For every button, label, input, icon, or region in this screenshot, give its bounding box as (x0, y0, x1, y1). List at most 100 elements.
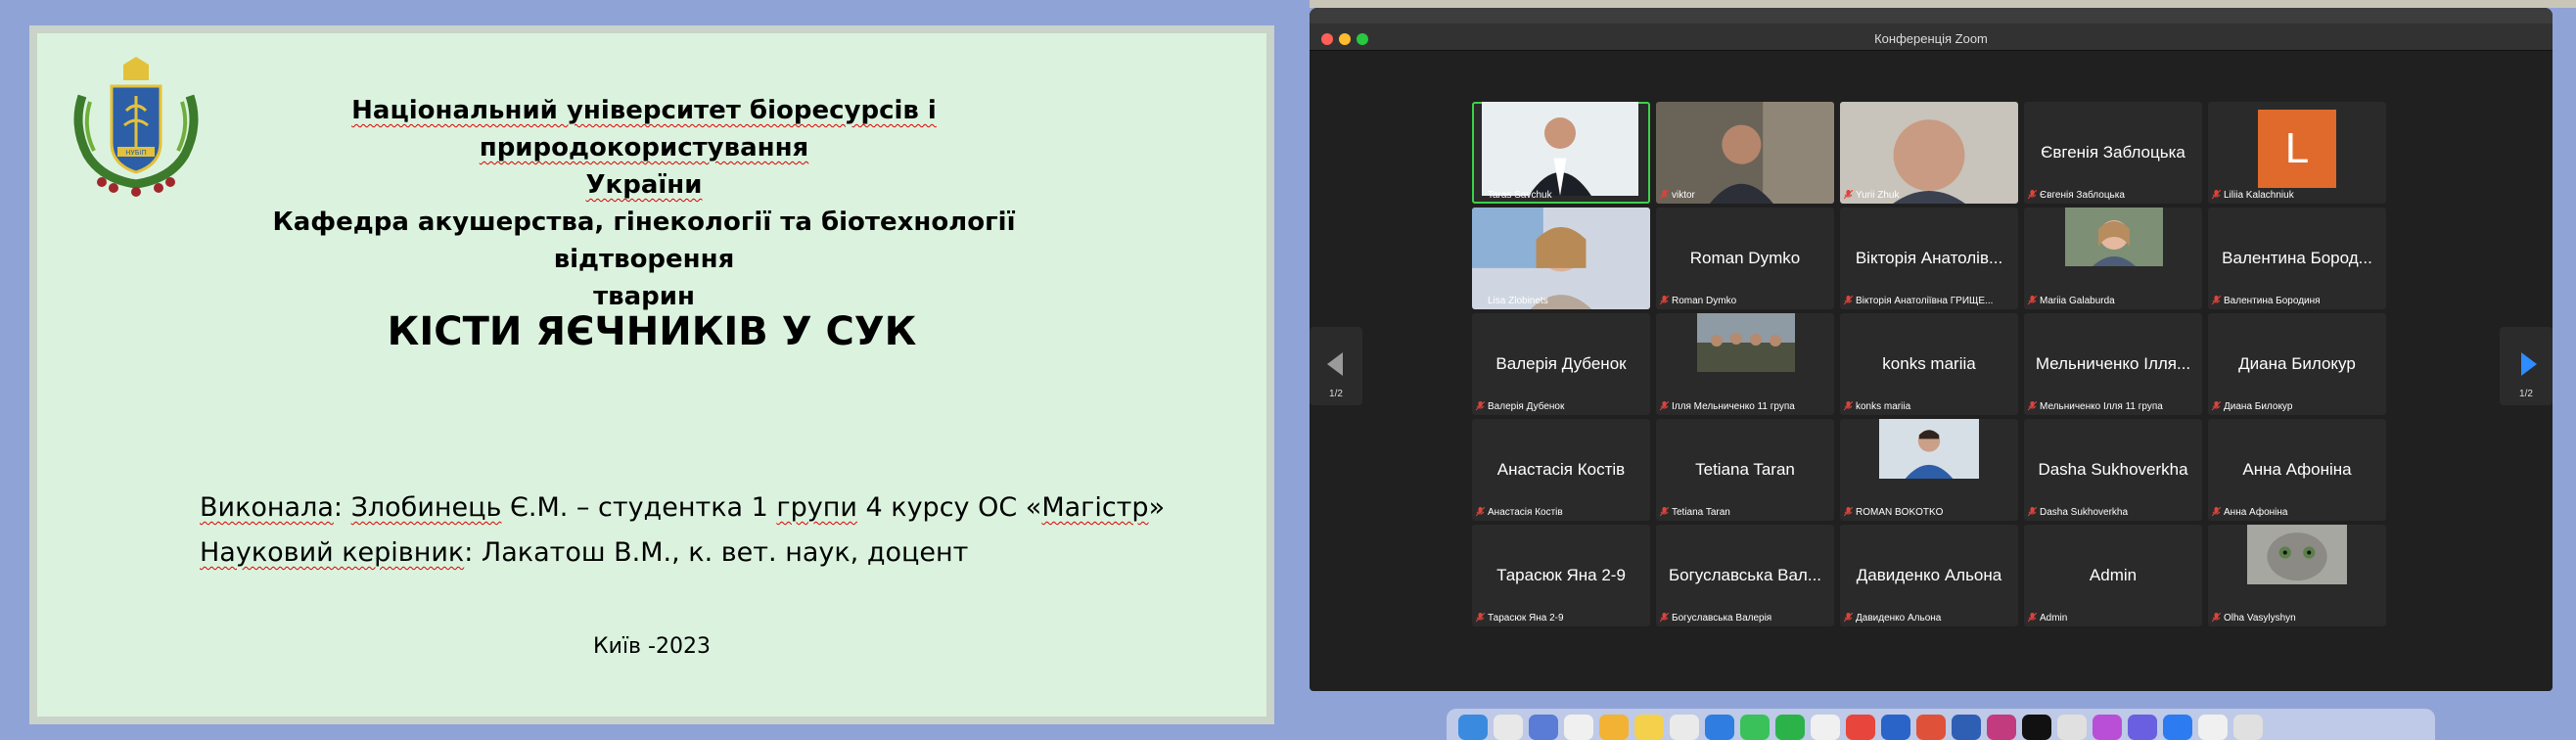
participant-tile[interactable]: konks mariia konks mariia (1840, 313, 2018, 415)
participant-display-name: Dasha Sukhoverkha (2038, 460, 2188, 479)
participant-name-label: Диана Билокур (2224, 401, 2293, 412)
participant-name-label: konks mariia (1856, 401, 1911, 412)
participant-video (1482, 102, 1638, 196)
participant-video (1656, 102, 1834, 204)
supervisor-label: Науковий керівник (200, 537, 465, 568)
author-tail: 4 курсу ОС « (856, 492, 1042, 523)
department-line-1: Кафедра акушерства, гінекології та біоте… (272, 208, 1016, 274)
participant-name-label: Вікторія Анатоліївна ГРИЩЕ... (1856, 296, 1994, 306)
participant-display-name: Богуславська Вал... (1668, 566, 1822, 584)
participant-tile[interactable]: Валерія Дубенок Валерія Дубенок (1472, 313, 1650, 415)
dock-app-icon[interactable] (1705, 715, 1734, 740)
participant-display-name: Валерія Дубенок (1495, 354, 1627, 373)
dock-area (1310, 691, 2576, 740)
participant-name-label: Lisa Zlobinets (1488, 296, 1548, 306)
participant-tile[interactable]: Богуславська Вал... Богуславська Валерія (1656, 525, 1834, 626)
participant-display-name: Тарасюк Яна 2-9 (1496, 566, 1626, 584)
author-surname: Злобинець (350, 492, 502, 523)
dock-app-icon[interactable] (2233, 715, 2263, 740)
participant-display-name: Анна Афоніна (2242, 460, 2352, 479)
dock-app-icon[interactable] (1458, 715, 1488, 740)
previous-page-button[interactable]: 1/2 (1310, 327, 1362, 405)
participant-name-label: Tetiana Taran (1672, 507, 1730, 518)
dock-app-icon[interactable] (1811, 715, 1840, 740)
dock-app-icon[interactable] (1599, 715, 1629, 740)
dock-app-icon[interactable] (1529, 715, 1558, 740)
participant-name-label: Taras Savchuk (1488, 190, 1552, 201)
participant-tile[interactable]: Тарасюк Яна 2-9 Тарасюк Яна 2-9 (1472, 525, 1650, 626)
participant-display-name: konks mariia (1882, 354, 1976, 373)
dock-app-icon[interactable] (1564, 715, 1593, 740)
dock-app-icon[interactable] (2022, 715, 2051, 740)
dock-app-icon[interactable] (1740, 715, 1770, 740)
participant-tile[interactable]: Анастасія Костів Анастасія Костів (1472, 419, 1650, 521)
participant-tile[interactable]: Lisa Zlobinets (1472, 208, 1650, 309)
dock-app-icon[interactable] (2128, 715, 2157, 740)
dock-app-icon[interactable] (2057, 715, 2087, 740)
participant-tile[interactable]: Мельниченко Ілля... Мельниченко Ілля 11 г… (2024, 313, 2202, 415)
dock-app-icon[interactable] (1881, 715, 1910, 740)
participant-tile[interactable]: Mariia Galaburda (2024, 208, 2202, 309)
participant-tile[interactable]: Olha Vasylyshyn (2208, 525, 2386, 626)
supervisor-line: Науковий керівник: Лакатош В.М., к. вет.… (200, 531, 1165, 576)
participant-tile[interactable]: viktor (1656, 102, 1834, 204)
dock-app-icon[interactable] (1846, 715, 1875, 740)
participant-tile[interactable]: L Liliia Kalachniuk (2208, 102, 2386, 204)
author-block: Виконала: Злобинець Є.М. – студентка 1 г… (200, 486, 1165, 576)
participant-tile[interactable]: Admin Admin (2024, 525, 2202, 626)
mac-menu-bar (1310, 0, 2576, 8)
participant-display-name: Вікторія Анатолів... (1855, 249, 2003, 267)
participant-tile[interactable]: Taras Savchuk (1472, 102, 1650, 204)
participant-tile[interactable]: Анна Афоніна Анна Афоніна (2208, 419, 2386, 521)
participant-tile[interactable]: Вікторія Анатолів... Вікторія Анатоліївна… (1840, 208, 2018, 309)
author-line: Виконала: Злобинець Є.М. – студентка 1 г… (200, 492, 1166, 523)
author-rest: Є.М. – студентка 1 (501, 492, 777, 523)
page-indicator-left: 1/2 (1329, 389, 1343, 399)
dock-app-icon[interactable] (2163, 715, 2192, 740)
author-end: » (1148, 492, 1166, 523)
participant-tile[interactable]: Yurii Zhuk (1840, 102, 2018, 204)
dock-app-icon[interactable] (2198, 715, 2228, 740)
participant-video (2247, 525, 2347, 585)
window-titlebar: Конференція Zoom (1310, 8, 2553, 51)
next-page-button[interactable]: 1/2 (2500, 327, 2553, 405)
dock-app-icon[interactable] (1916, 715, 1946, 740)
dock-app-icon[interactable] (1952, 715, 1981, 740)
participant-tile[interactable]: Dasha Sukhoverkha Dasha Sukhoverkha (2024, 419, 2202, 521)
participant-name-label: Roman Dymko (1672, 296, 1737, 306)
dock-app-icon[interactable] (2093, 715, 2122, 740)
city-year: Київ -2023 (593, 634, 711, 659)
participant-video (1697, 313, 1795, 372)
group-word: групи (776, 492, 857, 523)
dock-app-icon[interactable] (1494, 715, 1523, 740)
participant-tile[interactable]: Roman Dymko Roman Dymko (1656, 208, 1834, 309)
participant-name-label: Тарасюк Яна 2-9 (1488, 613, 1564, 624)
participant-name-label: Євгенія Заблоцька (2040, 190, 2125, 201)
participant-tile[interactable]: Євгенія Заблоцька Євгенія Заблоцька (2024, 102, 2202, 204)
chevron-left-icon (1327, 352, 1343, 376)
participant-tile[interactable]: Tetiana Taran Tetiana Taran (1656, 419, 1834, 521)
crest-text: НУБіП (125, 149, 147, 157)
participant-display-name: Давиденко Альона (1856, 566, 2002, 584)
presentation-slide-frame: НУБіП Національний університет біоресурс… (29, 25, 1274, 724)
participant-tile[interactable]: Диана Билокур Диана Билокур (2208, 313, 2386, 415)
dock-app-icon[interactable] (1634, 715, 1664, 740)
participant-tile[interactable]: Валентина Бород... Валентина Бородиня (2208, 208, 2386, 309)
window-title: Конференція Zoom (1874, 31, 1988, 46)
participant-name-label: Валентина Бородиня (2224, 296, 2321, 306)
supervisor-details: : Лакатош В.М., к. вет. наук, доцент (464, 537, 969, 568)
participant-name-label: Анастасія Костів (1488, 507, 1563, 518)
participant-name-label: Давиденко Альона (1856, 613, 1942, 624)
participant-name-label: Dasha Sukhoverkha (2040, 507, 2129, 518)
participant-name-label: viktor (1672, 190, 1695, 201)
participant-tile[interactable]: Ілля Мельниченко 11 група (1656, 313, 1834, 415)
dock-app-icon[interactable] (1987, 715, 2016, 740)
participant-video (1840, 102, 2018, 204)
dock-app-icon[interactable] (1775, 715, 1805, 740)
dock-app-icon[interactable] (1670, 715, 1699, 740)
participant-name-label: Анна Афоніна (2224, 507, 2288, 518)
participant-tile[interactable]: Давиденко Альона Давиденко Альона (1840, 525, 2018, 626)
chevron-right-icon (2521, 352, 2537, 376)
participant-tile[interactable]: ROMAN BOKOTKO (1840, 419, 2018, 521)
participant-name-label: Yurii Zhuk (1856, 190, 1900, 201)
